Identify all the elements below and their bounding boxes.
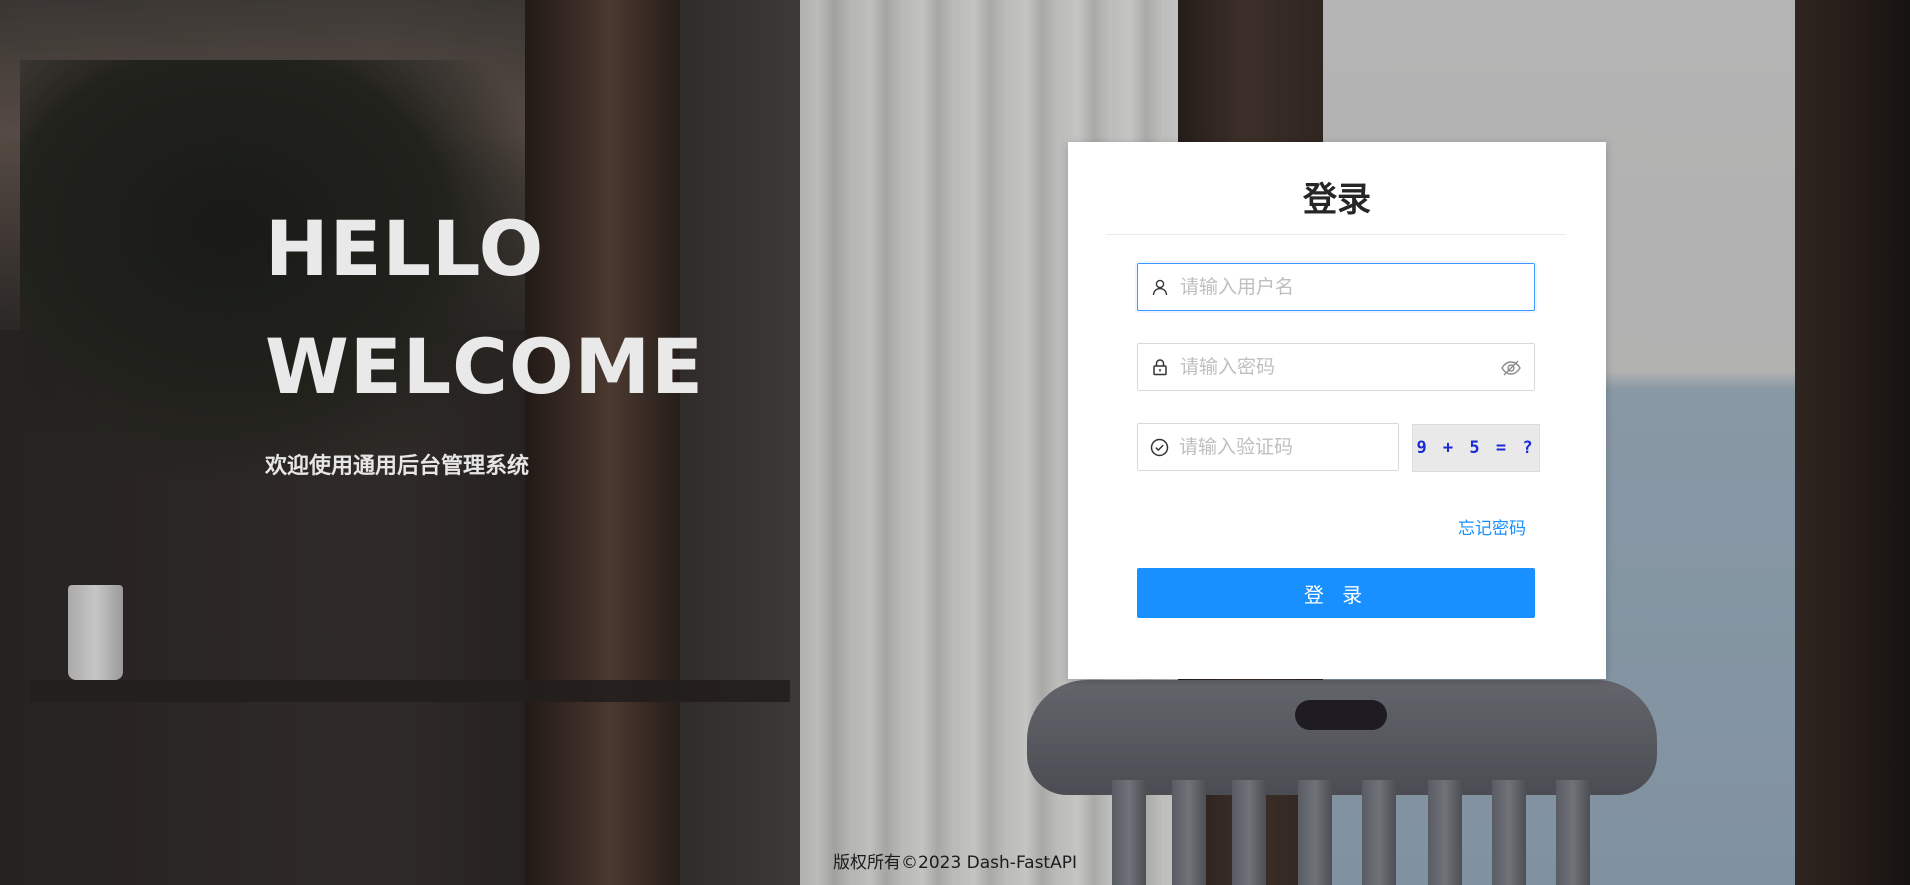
password-input[interactable] xyxy=(1178,355,1482,379)
hero-subtitle: 欢迎使用通用后台管理系统 xyxy=(265,454,530,479)
eye-invisible-icon[interactable] xyxy=(1500,357,1522,379)
title-divider xyxy=(1106,234,1566,235)
captcha-image[interactable]: 9 + 5 = ? xyxy=(1412,424,1540,472)
hero-hello: HELLO xyxy=(265,204,545,293)
copyright-footer: 版权所有©2023 Dash-FastAPI xyxy=(833,853,1077,873)
lock-icon xyxy=(1150,357,1170,377)
username-input[interactable] xyxy=(1178,275,1482,299)
login-card: 登录 请输入用户名 请输入验证码 9 + 5 = ? 忘记密码 登 录 xyxy=(1068,142,1606,679)
username-field[interactable] xyxy=(1137,263,1535,311)
forgot-password-link[interactable]: 忘记密码 xyxy=(1458,514,1526,539)
password-field[interactable] xyxy=(1137,343,1535,391)
check-circle-icon xyxy=(1150,437,1169,457)
captcha-input[interactable] xyxy=(1177,435,1424,459)
user-icon xyxy=(1150,277,1170,297)
login-button[interactable]: 登 录 xyxy=(1137,568,1535,618)
hero-text: HELLO WELCOME 欢迎使用通用后台管理系统 xyxy=(265,190,704,480)
login-title: 登录 xyxy=(1303,180,1371,220)
login-page: HELLO WELCOME 欢迎使用通用后台管理系统 登录 请输入用户名 请输入… xyxy=(0,0,1910,885)
hero-welcome: WELCOME xyxy=(265,322,705,411)
captcha-field[interactable] xyxy=(1137,423,1424,471)
